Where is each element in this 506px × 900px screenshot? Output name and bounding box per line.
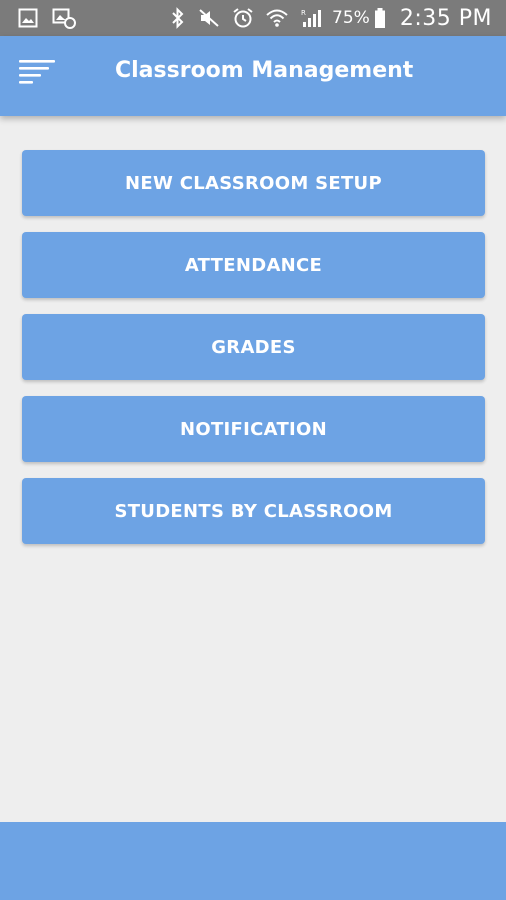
status-right-icons: R 75% 2:35 PM [158,6,492,31]
new-classroom-setup-button[interactable]: NEW CLASSROOM SETUP [22,150,485,216]
signal-icon: R [300,7,322,29]
page-title: Classroom Management [115,58,414,83]
svg-text:R: R [301,9,306,17]
grades-button[interactable]: GRADES [22,314,485,380]
menu-list: NEW CLASSROOM SETUP ATTENDANCE GRADES NO… [22,150,485,560]
sort-menu-icon [17,58,57,90]
gallery-icon [18,8,38,28]
bluetooth-icon [170,7,186,29]
status-bar: R 75% 2:35 PM [0,0,506,36]
wifi-icon [266,8,288,28]
status-time: 2:35 PM [399,5,492,31]
app-bar: Classroom Management [0,36,506,116]
menu-button[interactable] [14,54,60,94]
students-by-classroom-button[interactable]: STUDENTS BY CLASSROOM [22,478,485,544]
bottom-bar [0,822,506,900]
alarm-icon [232,7,254,29]
battery-percent: 75% [332,8,370,28]
notification-button[interactable]: NOTIFICATION [22,396,485,462]
screenshot-icon [52,7,76,29]
mute-icon [198,8,220,28]
status-left-icons [18,7,90,29]
battery-icon [374,7,386,29]
attendance-button[interactable]: ATTENDANCE [22,232,485,298]
